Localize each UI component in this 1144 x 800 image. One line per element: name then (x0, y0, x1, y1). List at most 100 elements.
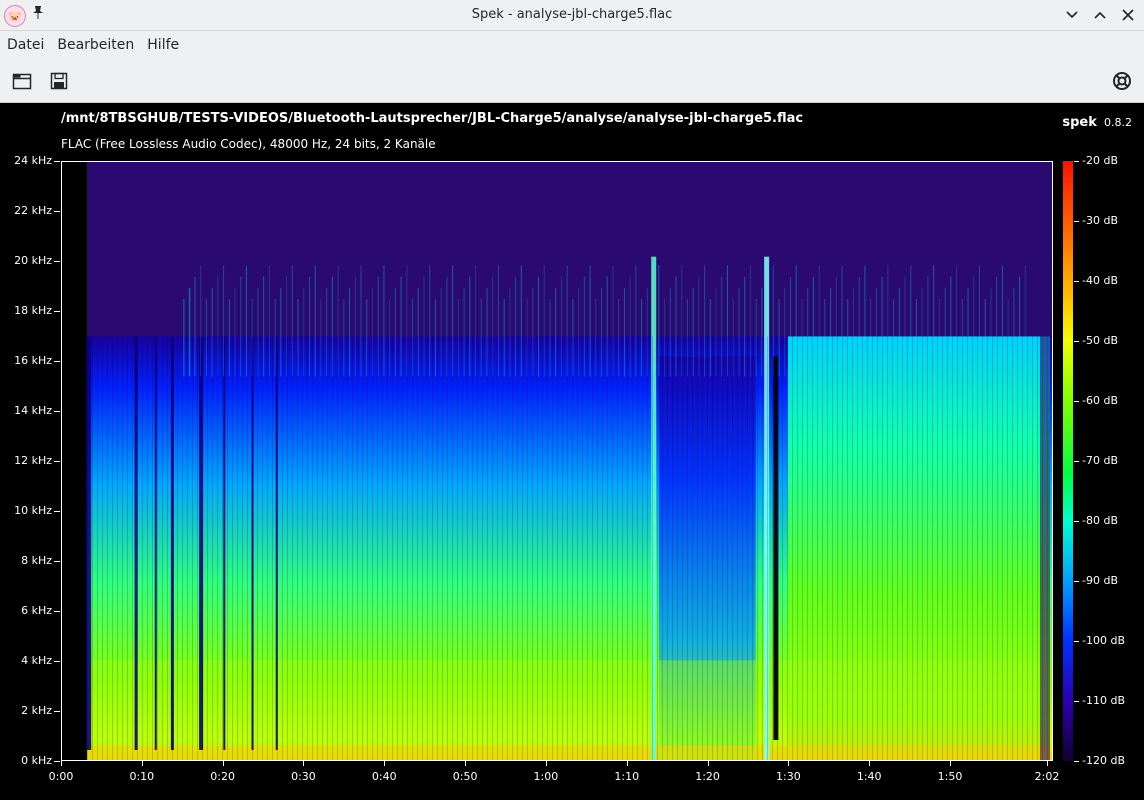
x-tick-label: 0:30 (291, 770, 316, 783)
toolbar (0, 59, 1144, 103)
x-tick-label: 1:20 (695, 770, 720, 783)
close-icon (1122, 9, 1134, 21)
open-file-button[interactable] (11, 70, 33, 92)
menu-hilfe[interactable]: Hilfe (141, 37, 185, 53)
x-tick-mark (707, 761, 709, 766)
x-tick-label: 0:40 (371, 770, 397, 783)
y-tick-mark (54, 161, 60, 162)
db-tick-label: -70 dB (1082, 454, 1118, 467)
x-tick-mark (303, 761, 305, 766)
y-tick-label: 10 kHz (14, 504, 52, 517)
file-path: /mnt/8TBSGHUB/TESTS-VIDEOS/Bluetooth-Lau… (61, 111, 804, 126)
silent-region (62, 162, 87, 760)
y-tick-label: 18 kHz (14, 304, 52, 317)
y-tick-label: 14 kHz (14, 404, 52, 417)
db-tick-mark (1074, 401, 1079, 402)
brand-version: 0.8.2 (1104, 116, 1132, 129)
db-tick-mark (1074, 701, 1079, 702)
y-tick-label: 2 kHz (21, 704, 52, 717)
y-tick-mark (54, 711, 60, 712)
x-tick-label: 1:30 (776, 770, 801, 783)
y-tick-mark (54, 261, 60, 262)
end-fade (1040, 162, 1050, 760)
y-tick-mark (54, 761, 60, 762)
x-tick-label: 1:40 (856, 770, 882, 783)
x-tick-label: 2:02 (1034, 770, 1060, 783)
x-tick-mark (788, 761, 790, 766)
x-tick-mark (384, 761, 386, 766)
y-tick-label: 20 kHz (14, 254, 52, 267)
db-tick-label: -30 dB (1082, 214, 1118, 227)
window-title: Spek - analyse-jbl-charge5.flac (471, 7, 673, 22)
db-tick-mark (1074, 761, 1079, 762)
db-tick-mark (1074, 461, 1079, 462)
db-tick-mark (1074, 161, 1079, 162)
y-tick-label: 16 kHz (14, 354, 52, 367)
x-tick-label: 0:20 (210, 770, 235, 783)
texture-overlay (87, 336, 1050, 760)
chevron-down-icon (1066, 11, 1078, 19)
y-tick-mark (54, 361, 60, 362)
help-button[interactable] (1111, 70, 1133, 92)
x-tick-mark (1047, 761, 1048, 766)
db-tick-mark (1074, 581, 1079, 582)
y-tick-mark (54, 561, 60, 562)
x-tick-mark (465, 761, 467, 766)
x-tick-label: 0:10 (129, 770, 155, 783)
spectrogram-view[interactable]: /mnt/8TBSGHUB/TESTS-VIDEOS/Bluetooth-Lau… (0, 103, 1144, 800)
db-tick-label: -40 dB (1082, 274, 1118, 287)
lifebuoy-icon (1113, 72, 1131, 90)
minimize-button[interactable] (1062, 4, 1082, 26)
brand-name: spek (1062, 115, 1097, 130)
title-bar: 🐷 Spek - analyse-jbl-charge5.flac (0, 0, 1144, 31)
y-tick-label: 4 kHz (21, 654, 52, 667)
spek-brand: spek 0.8.2 (1062, 111, 1132, 130)
y-tick-mark (54, 461, 60, 462)
x-tick-label: 1:10 (614, 770, 640, 783)
y-tick-label: 24 kHz (14, 154, 52, 167)
db-tick-mark (1074, 281, 1079, 282)
y-tick-mark (54, 661, 60, 662)
y-tick-label: 12 kHz (14, 454, 52, 467)
y-tick-label: 8 kHz (21, 554, 52, 567)
db-tick-mark (1074, 341, 1079, 342)
x-tick-mark (141, 761, 143, 766)
x-tick-mark (950, 761, 952, 766)
file-info: FLAC (Free Lossless Audio Codec), 48000 … (61, 137, 436, 151)
y-tick-mark (54, 211, 60, 212)
folder-open-icon (12, 73, 32, 90)
chevron-up-icon (1094, 11, 1106, 19)
db-tick-label: -80 dB (1082, 514, 1118, 527)
save-icon (50, 72, 68, 90)
x-tick-mark (61, 761, 62, 766)
x-tick-mark (869, 761, 871, 766)
save-button[interactable] (48, 70, 70, 92)
y-tick-label: 6 kHz (21, 604, 52, 617)
y-tick-mark (54, 611, 60, 612)
x-tick-mark (222, 761, 224, 766)
db-tick-mark (1074, 221, 1079, 222)
db-tick-label: -20 dB (1082, 154, 1118, 167)
db-tick-mark (1074, 521, 1079, 522)
db-tick-label: -110 dB (1082, 694, 1125, 707)
y-tick-mark (54, 311, 60, 312)
menu-datei[interactable]: Datei (1, 37, 50, 53)
x-tick-label: 1:50 (937, 770, 963, 783)
db-tick-label: -120 dB (1082, 754, 1125, 767)
y-tick-label: 22 kHz (14, 204, 52, 217)
db-tick-label: -100 dB (1082, 634, 1125, 647)
db-color-scale (1063, 161, 1073, 761)
db-tick-label: -90 dB (1082, 574, 1118, 587)
db-tick-label: -50 dB (1082, 334, 1118, 347)
db-tick-mark (1074, 641, 1079, 642)
y-tick-label: 0 kHz (21, 754, 52, 767)
maximize-button[interactable] (1090, 4, 1110, 26)
x-tick-mark (545, 761, 547, 766)
spectrogram-plot (61, 161, 1053, 761)
x-tick-label: 0:50 (452, 770, 478, 783)
menu-bearbeiten[interactable]: Bearbeiten (51, 37, 140, 53)
close-button[interactable] (1118, 4, 1138, 26)
y-tick-mark (54, 511, 60, 512)
x-tick-label: 1:00 (533, 770, 559, 783)
x-tick-mark (626, 761, 628, 766)
